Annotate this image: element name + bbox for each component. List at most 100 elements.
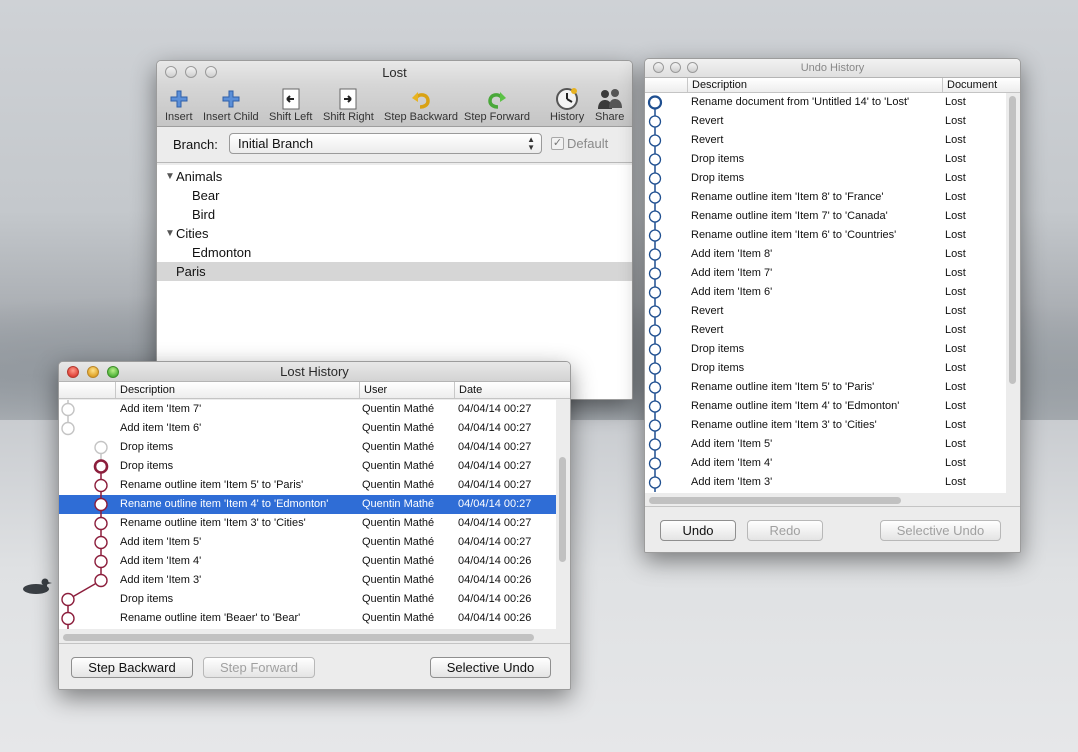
row-description: Add item 'Item 5' — [120, 536, 202, 548]
table-row[interactable]: Rename outline item 'Item 8' to 'France'… — [645, 188, 1006, 207]
table-row[interactable]: Rename outline item 'Item 6' to 'Countri… — [645, 226, 1006, 245]
step-forward-button[interactable]: Step Forward — [203, 657, 315, 678]
table-row[interactable]: Revert Lost — [645, 131, 1006, 150]
table-row[interactable]: Revert Lost — [645, 302, 1006, 321]
step-backward-button[interactable]: Step Backward — [384, 87, 458, 123]
history-node[interactable] — [94, 497, 108, 512]
outline-item-bear[interactable]: Bear — [157, 186, 632, 205]
table-row[interactable]: Revert Lost — [645, 321, 1006, 340]
table-row[interactable]: Rename outline item 'Item 4' to 'Edmonto… — [59, 495, 556, 514]
close-button[interactable] — [165, 66, 177, 78]
table-row[interactable]: Add item 'Item 6' Lost — [645, 283, 1006, 302]
history-node[interactable] — [94, 478, 108, 493]
table-row[interactable]: Drop items Quentin Mathé 04/04/14 00:26 — [59, 590, 556, 609]
lost-titlebar[interactable]: Lost — [157, 61, 632, 85]
row-date: 04/04/14 00:27 — [458, 422, 532, 434]
history-node[interactable] — [94, 535, 108, 550]
table-row[interactable]: Rename outline item 'Item 3' to 'Cities'… — [645, 416, 1006, 435]
shift-right-button[interactable]: Shift Right — [323, 87, 374, 123]
undo-button[interactable]: Undo — [660, 520, 736, 541]
history-node[interactable] — [61, 611, 75, 626]
outline-item-edmonton[interactable]: Edmonton — [157, 243, 632, 262]
table-row[interactable]: Add item 'Item 8' Lost — [645, 245, 1006, 264]
table-row[interactable]: Drop items Quentin Mathé 04/04/14 00:27 — [59, 457, 556, 476]
selective-undo-button[interactable]: Selective Undo — [880, 520, 1001, 541]
column-header-description[interactable]: Description — [115, 382, 359, 398]
horizontal-scrollbar[interactable] — [649, 497, 901, 504]
row-description: Rename outline item 'Beaer' to 'Bear' — [120, 612, 301, 624]
table-row[interactable]: Add item 'Item 3' Quentin Mathé 04/04/14 0… — [59, 571, 556, 590]
zoom-button[interactable] — [205, 66, 217, 78]
table-row[interactable]: Add item 'Item 7' Quentin Mathé 04/04/14 0… — [59, 400, 556, 419]
history-node[interactable] — [61, 402, 75, 417]
table-row[interactable]: Rename outline item 'Item 3' to 'Cities'… — [59, 514, 556, 533]
default-checkbox[interactable]: ✓ Default — [551, 136, 608, 151]
column-header-user[interactable]: User — [359, 382, 454, 398]
undo-titlebar[interactable]: Undo History — [645, 59, 1020, 78]
outline-item-cities[interactable]: ▼ Cities — [157, 224, 632, 243]
redo-button[interactable]: Redo — [747, 520, 823, 541]
history-node[interactable] — [94, 554, 108, 569]
history-list[interactable]: Add item 'Item 7' Quentin Mathé 04/04/14 0… — [59, 400, 556, 629]
column-header-document[interactable]: Document — [942, 78, 1006, 92]
table-row[interactable]: Rename outline item 'Beaer' to 'Bear' Que… — [59, 609, 556, 628]
step-backward-button[interactable]: Step Backward — [71, 657, 193, 678]
selective-undo-button[interactable]: Selective Undo — [430, 657, 551, 678]
step-forward-button[interactable]: Step Forward — [464, 87, 530, 123]
table-row[interactable]: Rename document from 'Untitled 14' to 'L… — [645, 93, 1006, 112]
table-row[interactable]: Add item 'Item 6' Quentin Mathé 04/04/14 0… — [59, 419, 556, 438]
table-row[interactable]: Add item 'Item 4' Lost — [645, 454, 1006, 473]
table-row[interactable]: Rename outline item 'Item 4' to 'Edmonto… — [645, 397, 1006, 416]
table-row[interactable]: Rename outline item 'Item 5' to 'Paris' Q… — [59, 476, 556, 495]
table-row[interactable]: Drop items Lost — [645, 359, 1006, 378]
history-node[interactable] — [94, 440, 108, 455]
branch-popup[interactable]: Initial Branch ▲ ▼ — [229, 133, 542, 154]
table-row[interactable]: Add item 'Item 5' Quentin Mathé 04/04/14 0… — [59, 533, 556, 552]
table-row[interactable]: Rename outline item 'Item 5' to 'Paris' L… — [645, 378, 1006, 397]
shift-right-icon — [339, 88, 357, 110]
insert-button[interactable]: Insert — [165, 87, 193, 123]
zoom-button[interactable] — [687, 62, 698, 73]
minimize-button[interactable] — [670, 62, 681, 73]
history-button[interactable]: History — [550, 87, 584, 123]
horizontal-scrollbar[interactable] — [63, 634, 534, 641]
row-description: Drop items — [120, 441, 174, 453]
history-node[interactable] — [61, 421, 75, 436]
disclosure-triangle-icon[interactable]: ▼ — [165, 167, 175, 186]
shift-left-button[interactable]: Shift Left — [269, 87, 312, 123]
column-header-description[interactable]: Description — [687, 78, 942, 92]
vertical-scrollbar[interactable] — [559, 457, 566, 562]
plus-child-icon — [222, 90, 240, 108]
table-header: Description Document — [645, 78, 1020, 93]
outline-item-animals[interactable]: ▼ Animals — [157, 167, 632, 186]
row-document: Lost — [945, 267, 966, 279]
table-row[interactable]: Drop items Lost — [645, 169, 1006, 188]
close-button[interactable] — [653, 62, 664, 73]
outline-item-bird[interactable]: Bird — [157, 205, 632, 224]
history-node[interactable] — [94, 516, 108, 531]
table-row[interactable]: Add item 'Item 7' Lost — [645, 264, 1006, 283]
undo-history-list[interactable]: Rename document from 'Untitled 14' to 'L… — [645, 93, 1006, 493]
history-node[interactable] — [61, 592, 75, 607]
outline-item-paris[interactable]: Paris — [157, 262, 632, 281]
close-button[interactable] — [67, 366, 79, 378]
zoom-button[interactable] — [107, 366, 119, 378]
table-row[interactable]: Add item 'Item 3' Lost — [645, 473, 1006, 492]
table-row[interactable]: Rename outline item 'Item 7' to 'Canada'… — [645, 207, 1006, 226]
table-row[interactable]: Revert Lost — [645, 112, 1006, 131]
history-titlebar[interactable]: Lost History — [59, 362, 570, 382]
table-row[interactable]: Drop items Quentin Mathé 04/04/14 00:27 — [59, 438, 556, 457]
minimize-button[interactable] — [87, 366, 99, 378]
history-node[interactable] — [93, 459, 109, 474]
vertical-scrollbar[interactable] — [1009, 96, 1016, 384]
disclosure-triangle-icon[interactable]: ▼ — [165, 224, 175, 243]
table-row[interactable]: Drop items Lost — [645, 150, 1006, 169]
table-row[interactable]: Add item 'Item 4' Quentin Mathé 04/04/14 0… — [59, 552, 556, 571]
share-button[interactable]: Share — [595, 87, 624, 123]
minimize-button[interactable] — [185, 66, 197, 78]
insert-child-button[interactable]: Insert Child — [203, 87, 259, 123]
history-node[interactable] — [94, 573, 108, 588]
table-row[interactable]: Add item 'Item 5' Lost — [645, 435, 1006, 454]
column-header-date[interactable]: Date — [454, 382, 556, 398]
table-row[interactable]: Drop items Lost — [645, 340, 1006, 359]
